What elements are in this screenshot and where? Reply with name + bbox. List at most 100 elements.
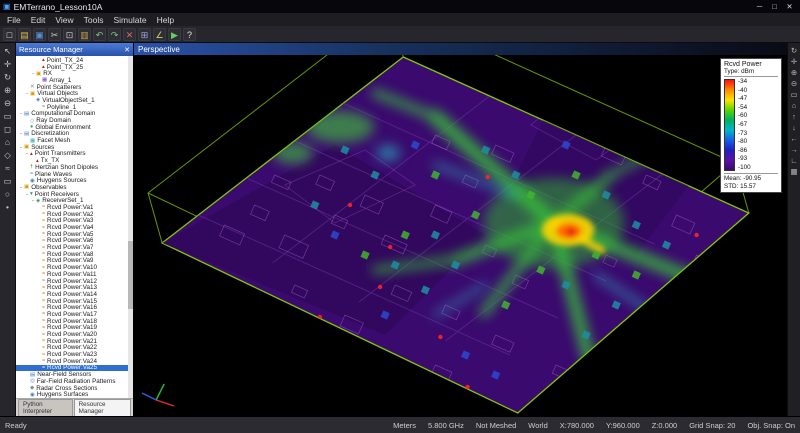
menu-simulate[interactable]: Simulate — [108, 15, 151, 25]
legend-std: STD: 15.57 — [724, 183, 778, 191]
axes-toggle-icon[interactable]: ∟ — [790, 156, 797, 165]
zoom-fit-icon[interactable]: ▭ — [1, 110, 14, 122]
status-field: X:780.000 — [560, 421, 594, 430]
pwr-icon: ≈ — [42, 225, 45, 231]
tree-scrollbar[interactable] — [128, 56, 133, 398]
status-field: Z:0.000 — [652, 421, 677, 430]
home-view-icon[interactable]: ⌂ — [792, 101, 797, 110]
circle-tool-icon[interactable]: ○ — [1, 188, 14, 200]
pwr-icon: ≈ — [42, 298, 45, 304]
tree-item[interactable]: †Hertzian Short Dipoles — [16, 164, 133, 171]
mesh-icon: ▦ — [30, 138, 35, 144]
tree-item[interactable]: −▣RX — [16, 70, 133, 77]
measure-icon[interactable]: ∠ — [153, 28, 166, 41]
rxp-icon: ▾ — [30, 191, 33, 197]
viewport-3d[interactable]: Perspective — [134, 43, 787, 416]
grid-icon[interactable]: ⊞ — [138, 28, 151, 41]
menu-edit[interactable]: Edit — [26, 15, 51, 25]
menubar: FileEditViewToolsSimulateHelp — [0, 13, 800, 26]
select-icon[interactable]: ↖ — [1, 45, 14, 57]
new-file-icon[interactable]: □ — [3, 28, 16, 41]
main-toolbar: □▤▣✂⊡▥↶↷✕⊞∠▶? — [0, 26, 800, 43]
axis-triad — [142, 384, 174, 406]
view-up-icon[interactable]: ↑ — [792, 112, 796, 121]
perspective-view-icon[interactable]: ◇ — [1, 149, 14, 161]
virtual-object-outline — [179, 371, 269, 409]
polyline-tool-icon[interactable]: ≈ — [1, 162, 14, 174]
zoom-in-icon[interactable]: ⊕ — [1, 84, 14, 96]
delete-icon[interactable]: ✕ — [123, 28, 136, 41]
scene-canvas — [134, 55, 787, 416]
pwr-icon: ≈ — [42, 365, 45, 371]
orbit-icon[interactable]: ↻ — [791, 46, 797, 55]
panel-close-icon[interactable]: ✕ — [124, 46, 130, 54]
help-icon[interactable]: ? — [183, 28, 196, 41]
tree-item[interactable]: −▴Point Transmitters — [16, 151, 133, 158]
nf-icon: ▤ — [30, 372, 35, 378]
legend-rcvd-power: Rcvd Power Type: dBm -34-40-47-54-60-67-… — [720, 58, 782, 193]
pwr-icon: ≈ — [42, 218, 45, 224]
tab-resource-manager[interactable]: Resource Manager — [74, 399, 131, 416]
close-icon[interactable]: ✕ — [782, 2, 797, 11]
scatter-icon: ✕ — [30, 84, 35, 90]
viewport-title-bar: Perspective — [134, 43, 787, 55]
open-file-icon[interactable]: ▤ — [18, 28, 31, 41]
zoom-out-icon[interactable]: ⊖ — [791, 79, 797, 88]
legend-tick: -93 — [738, 156, 751, 162]
paste-icon[interactable]: ▥ — [78, 28, 91, 41]
status-ready: Ready — [5, 421, 27, 430]
tx-icon: ▴ — [36, 158, 39, 164]
menu-view[interactable]: View — [50, 15, 78, 25]
scene-3d[interactable]: Rcvd Power Type: dBm -34-40-47-54-60-67-… — [134, 55, 787, 416]
statusbar: Ready Meters5.800 GHzNot MeshedWorldX:78… — [0, 416, 800, 433]
pwr-icon: ≈ — [42, 311, 45, 317]
minimize-icon[interactable]: ─ — [752, 2, 767, 11]
tree-scrollbar-thumb[interactable] — [128, 241, 133, 309]
point-tool-icon[interactable]: • — [1, 201, 14, 213]
maximize-icon[interactable]: □ — [767, 2, 782, 11]
zoom-in-icon[interactable]: ⊕ — [791, 68, 797, 77]
legend-tick: -54 — [738, 105, 751, 111]
save-icon[interactable]: ▣ — [33, 28, 46, 41]
window-title: EMTerrano_Lesson10A — [14, 2, 103, 12]
menu-help[interactable]: Help — [152, 15, 179, 25]
status-field: Grid Snap: 20 — [689, 421, 735, 430]
pan-icon[interactable]: ✛ — [1, 58, 14, 70]
array-icon: ▦ — [42, 77, 47, 83]
pwr-icon: ≈ — [42, 318, 45, 324]
redo-icon[interactable]: ↷ — [108, 28, 121, 41]
tree-item[interactable]: −▤Discretization — [16, 131, 133, 138]
zoom-extents-icon[interactable]: ▭ — [790, 90, 797, 99]
undo-icon[interactable]: ↶ — [93, 28, 106, 41]
view-down-icon[interactable]: ↓ — [792, 123, 796, 132]
tx-icon: ▴ — [42, 64, 45, 70]
top-view-icon[interactable]: ⌂ — [1, 136, 14, 148]
legend-tick: -86 — [738, 148, 751, 154]
pwr-icon: ≈ — [42, 211, 45, 217]
tx-icon: ▴ — [42, 57, 45, 63]
tab-python-interpreter[interactable]: Python Interpreter — [18, 399, 73, 416]
pwr-icon: ≈ — [42, 251, 45, 257]
view-right-icon[interactable]: → — [790, 145, 798, 154]
rectangle-tool-icon[interactable]: ▭ — [1, 175, 14, 187]
copy-icon[interactable]: ⊡ — [63, 28, 76, 41]
rset-icon: ◈ — [36, 198, 40, 204]
cut-icon[interactable]: ✂ — [48, 28, 61, 41]
run-simulation-icon[interactable]: ▶ — [168, 28, 181, 41]
tree-item[interactable]: −▤Computational Domain — [16, 111, 133, 118]
rotate-view-icon[interactable]: ↻ — [1, 71, 14, 83]
panel-tabs: Python InterpreterResource Manager — [16, 398, 133, 416]
tree-item[interactable]: ▴Point_TX_25 — [16, 64, 133, 71]
view-left-icon[interactable]: ← — [790, 134, 798, 143]
pan-view-icon[interactable]: ✛ — [791, 57, 797, 66]
front-view-icon[interactable]: ◻ — [1, 123, 14, 135]
viewport-toolbar-right: ↻ ✛ ⊕ ⊖ ▭ ⌂ ↑ ↓ ← → ∟ ▦ — [787, 43, 800, 416]
legend-tick: -34 — [738, 79, 751, 85]
display-options-icon[interactable]: ▦ — [790, 167, 797, 176]
legend-tick-labels: -34-40-47-54-60-67-73-80-86-93-100 — [738, 79, 751, 171]
menu-tools[interactable]: Tools — [79, 15, 109, 25]
menu-file[interactable]: File — [2, 15, 26, 25]
wave-icon: ≈ — [30, 171, 33, 177]
zoom-out-icon[interactable]: ⊖ — [1, 97, 14, 109]
huy-icon: ◉ — [30, 178, 35, 184]
